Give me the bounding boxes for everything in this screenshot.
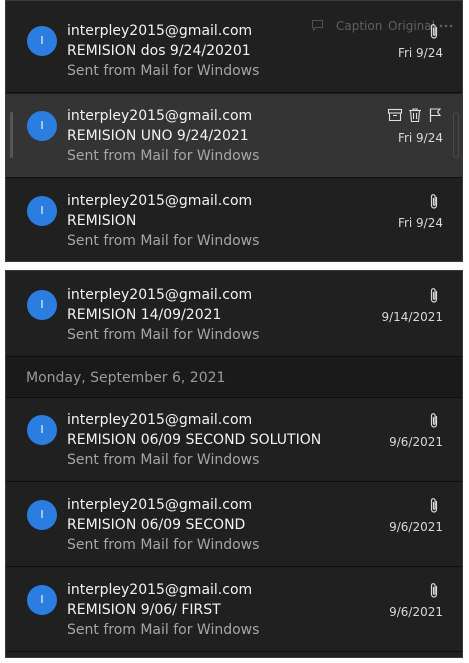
- message-row[interactable]: I interpley2015@gmail.com REMISION 06/09…: [6, 483, 462, 567]
- paperclip-icon: [430, 24, 438, 39]
- message-sender: interpley2015@gmail.com: [67, 412, 253, 428]
- hover-actions: [387, 107, 443, 123]
- date-group-header: Monday, September 6, 2021: [6, 357, 462, 398]
- avatar: I: [27, 415, 57, 445]
- paperclip-icon: [430, 194, 438, 209]
- message-date: Fri 9/24: [397, 131, 443, 145]
- message-subject: REMISION 9/06/ FIRST: [67, 602, 221, 618]
- message-sender: interpley2015@gmail.com: [67, 582, 253, 598]
- message-preview: Sent from Mail for Windows: [67, 63, 260, 79]
- avatar: I: [27, 26, 57, 56]
- message-date: 9/6/2021: [389, 435, 443, 449]
- message-sender: interpley2015@gmail.com: [67, 23, 253, 39]
- avatar: I: [27, 585, 57, 615]
- message-row[interactable]: I interpley2015@gmail.com REMISION Sent …: [6, 179, 462, 261]
- paperclip-icon: [430, 498, 438, 513]
- message-subject: REMISION 06/09 SECOND: [67, 517, 246, 533]
- avatar: I: [27, 290, 57, 320]
- message-preview: Sent from Mail for Windows: [67, 622, 260, 638]
- message-sender: interpley2015@gmail.com: [67, 287, 253, 303]
- message-row[interactable]: I interpley2015@gmail.com REMISION 9/06/…: [6, 568, 462, 652]
- message-preview: Sent from Mail for Windows: [67, 148, 260, 164]
- avatar: I: [27, 111, 57, 141]
- message-sender: interpley2015@gmail.com: [67, 497, 253, 513]
- message-date: 9/6/2021: [389, 605, 443, 619]
- message-subject: REMISION dos 9/24/20201: [67, 43, 251, 59]
- paperclip-icon: [430, 583, 438, 598]
- paperclip-icon: [430, 288, 438, 303]
- flag-icon[interactable]: [427, 107, 443, 123]
- message-sender: interpley2015@gmail.com: [67, 193, 253, 209]
- avatar: I: [27, 196, 57, 226]
- message-subject: REMISION UNO 9/24/2021: [67, 128, 249, 144]
- scrollbar-thumb[interactable]: [453, 112, 459, 158]
- date-group-label: Monday, September 6, 2021: [26, 370, 226, 386]
- message-row-selected[interactable]: I interpley2015@gmail.com REMISION UNO 9…: [6, 94, 462, 178]
- archive-icon[interactable]: [387, 107, 403, 123]
- message-preview: Sent from Mail for Windows: [67, 327, 260, 343]
- message-row[interactable]: I interpley2015@gmail.com REMISION dos 9…: [6, 9, 462, 93]
- message-row[interactable]: I interpley2015@gmail.com REMISION 06/09…: [6, 398, 462, 482]
- message-subject: REMISION 14/09/2021: [67, 307, 222, 323]
- message-list-panel-top: Caption Original I interpley2015@gmail.c…: [5, 0, 463, 262]
- message-date: 9/14/2021: [381, 310, 443, 324]
- trash-icon[interactable]: [407, 107, 423, 123]
- message-sender: interpley2015@gmail.com: [67, 108, 253, 124]
- paperclip-icon: [430, 413, 438, 428]
- message-subject: REMISION 06/09 SECOND SOLUTION: [67, 432, 322, 448]
- message-preview: Sent from Mail for Windows: [67, 537, 260, 553]
- message-subject: REMISION: [67, 213, 137, 229]
- selection-indicator: [10, 112, 13, 158]
- message-row[interactable]: I interpley2015@gmail.com REMISION 14/09…: [6, 273, 462, 357]
- message-date: Fri 9/24: [397, 216, 443, 230]
- message-preview: Sent from Mail for Windows: [67, 233, 260, 249]
- message-date: Fri 9/24: [397, 46, 443, 60]
- message-preview: Sent from Mail for Windows: [67, 452, 260, 468]
- message-date: 9/6/2021: [389, 520, 443, 534]
- avatar: I: [27, 500, 57, 530]
- message-list-panel-bottom: I interpley2015@gmail.com REMISION 14/09…: [5, 270, 463, 658]
